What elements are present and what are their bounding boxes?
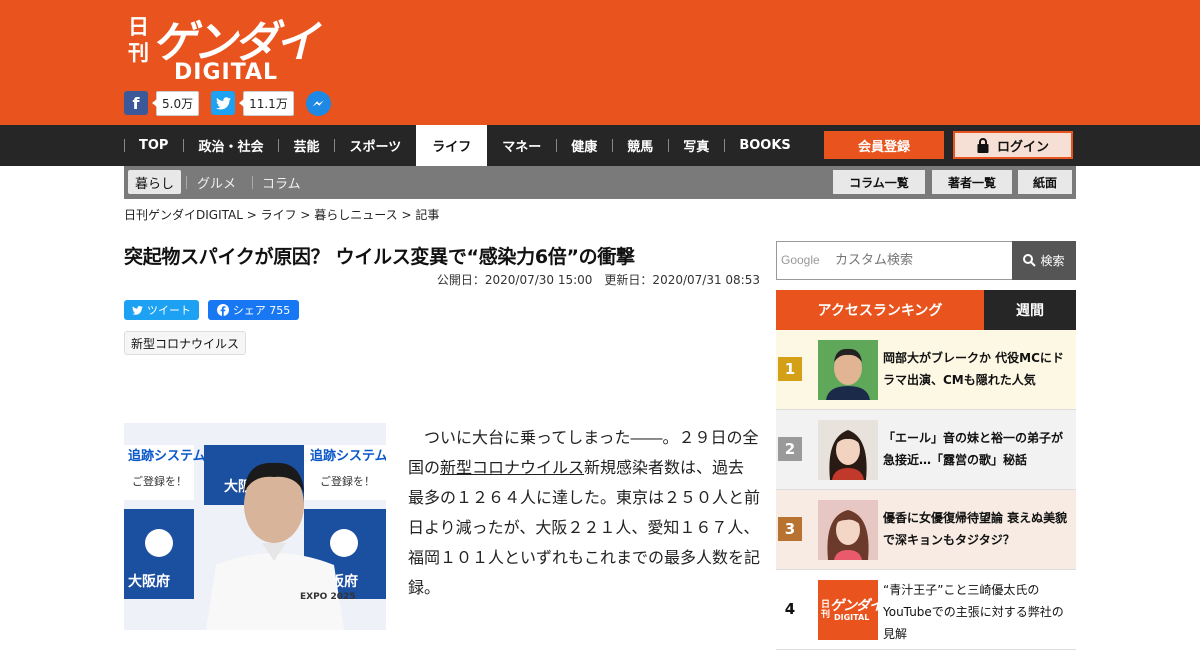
rank-number: 4 [784,600,796,618]
search-icon [1023,254,1037,267]
rank-thumbnail [818,420,878,480]
article-dates: 公開日：2020/07/30 15:00 更新日：2020/07/31 08:5… [436,273,760,287]
rank-thumbnail: 日刊 ゲンダイ DIGITAL [818,580,878,640]
ranking-item[interactable]: 3 優香に女優復帰待望論 衰えぬ美貌で深キョンもタジタジ？ [776,490,1076,570]
nav-item-1[interactable]: 政治・社会 [183,125,278,166]
nav-item-9[interactable]: BOOKS [724,125,805,166]
photo-text: EXPO 2025 [300,592,356,602]
nav-item-6[interactable]: 健康 [556,125,612,166]
rank-thumbnail [818,340,878,400]
nav-item-2[interactable]: 芸能 [278,125,334,166]
messenger-icon[interactable] [305,90,331,116]
ranking-item[interactable]: 1 岡部大がブレークか 代役MCにドラマ出演、CMも隠れた人気 [776,330,1076,410]
facebook-share-label: シェア 755 [232,304,291,317]
shimen-button[interactable]: 紙面 [1018,170,1072,194]
subnav-divider [252,176,253,189]
facebook-count: 5.0万 [151,90,200,116]
tweet-button[interactable]: ツイート [124,300,199,320]
author-list-button[interactable]: 著者一覧 [932,170,1012,194]
facebook-icon[interactable]: f [124,91,148,115]
facebook-share-button[interactable]: シェア 755 [208,300,299,320]
photo-text: 大阪府 [128,573,170,590]
member-register-button[interactable]: 会員登録 [824,131,944,159]
tab-access-ranking[interactable]: アクセスランキング [776,290,984,330]
rank-number: 1 [778,357,802,381]
logo-nikkan: 日刊 [128,14,149,65]
breadcrumb[interactable]: 日刊ゲンダイDIGITAL > ライフ > 暮らしニュース > 記事 [124,206,439,223]
logo-digital: DIGITAL [174,60,279,85]
thumb-logo-kana: ゲンダイ [830,598,878,614]
article-title: 突起物スパイクが原因？ ウイルス変異で“感染力6倍”の衝撃 [124,246,635,268]
nav-item-7[interactable]: 競馬 [612,125,668,166]
twitter-icon [132,305,143,315]
nav-item-8[interactable]: 写真 [668,125,724,166]
photo-text: ご登録を！ [320,474,375,488]
twitter-count: 11.1万 [239,90,294,116]
rank-number: 2 [778,437,802,461]
subnav-divider [186,176,187,189]
photo-text: ご登録を！ [132,474,187,488]
article-body: ついに大台に乗ってしまった――。２９日の全国の新型コロナウイルス新規感染者数は、… [408,423,760,603]
rank-title: 優香に女優復帰待望論 衰えぬ美貌で深キョンもタジタジ？ [883,511,1068,547]
nav-item-0[interactable]: TOP [124,125,183,166]
rank-title: “青汁王子”こと三崎優太氏のYouTubeでの主張に対する弊社の見解 [883,583,1064,641]
nav-item-3[interactable]: スポーツ [334,125,416,166]
nav-item-4[interactable]: ライフ [416,125,488,166]
body-text: 新規感染者数は、過去最多の１２６４人に達した。東京は２５０人と前日より減ったが、… [408,458,761,597]
subnav-item-column[interactable]: コラム [262,170,301,194]
column-list-button[interactable]: コラム一覧 [833,170,925,194]
ranking-header: アクセスランキング 週間 [776,290,1076,330]
photo-text: 追跡システム [310,448,386,464]
rank-thumbnail [818,500,878,560]
site-logo[interactable]: 日刊 ゲンダイ DIGITAL [128,12,319,85]
site-header: 日刊 ゲンダイ DIGITAL f 5.0万 11.1万 [0,0,1200,125]
nav-item-5[interactable]: マネー [487,125,556,166]
facebook-icon [216,304,229,316]
subnav-item-gourmet[interactable]: グルメ [197,170,236,194]
site-search: Google 検索 [776,241,1076,280]
thumb-logo-digital: DIGITAL [834,613,870,622]
tab-weekly[interactable]: 週間 [984,290,1076,330]
sub-nav: 暮らし グルメ コラム コラム一覧 著者一覧 紙面 [124,166,1076,199]
article-photo: 追跡システム 追跡システム ご登録を！ ご登録を！ 大阪府 大阪府 大阪府 EX… [124,423,386,630]
ranking-item[interactable]: 4 日刊 ゲンダイ DIGITAL “青汁王子”こと三崎優太氏のYouTubeで… [776,570,1076,650]
search-input[interactable] [777,242,1013,279]
social-share-row: f 5.0万 11.1万 [124,90,331,116]
photo-text: 追跡システム [128,448,206,464]
thumb-logo-kanji: 日刊 [821,600,831,620]
login-label: ログイン [996,139,1049,155]
rank-title: 「エール」音の妹と裕一の弟子が急接近…「露営の歌」秘話 [883,431,1064,467]
tweet-label: ツイート [147,304,191,317]
lock-icon [977,137,989,153]
search-button-label: 検索 [1040,254,1065,268]
nav-items: TOP 政治・社会 芸能 スポーツ ライフ マネー 健康 競馬 写真 BOOKS [124,125,806,166]
ranking-item[interactable]: 2 「エール」音の妹と裕一の弟子が急接近…「露営の歌」秘話 [776,410,1076,490]
twitter-icon[interactable] [211,91,236,115]
article-tag[interactable]: 新型コロナウイルス [124,331,247,355]
search-button[interactable]: 検索 [1012,241,1076,280]
rank-number: 3 [778,517,802,541]
rank-title: 岡部大がブレークか 代役MCにドラマ出演、CMも隠れた人気 [883,351,1064,387]
body-link[interactable]: 新型コロナウイルス [440,458,584,477]
login-button[interactable]: ログイン [953,131,1073,159]
subnav-item-kurashi[interactable]: 暮らし [128,170,182,194]
